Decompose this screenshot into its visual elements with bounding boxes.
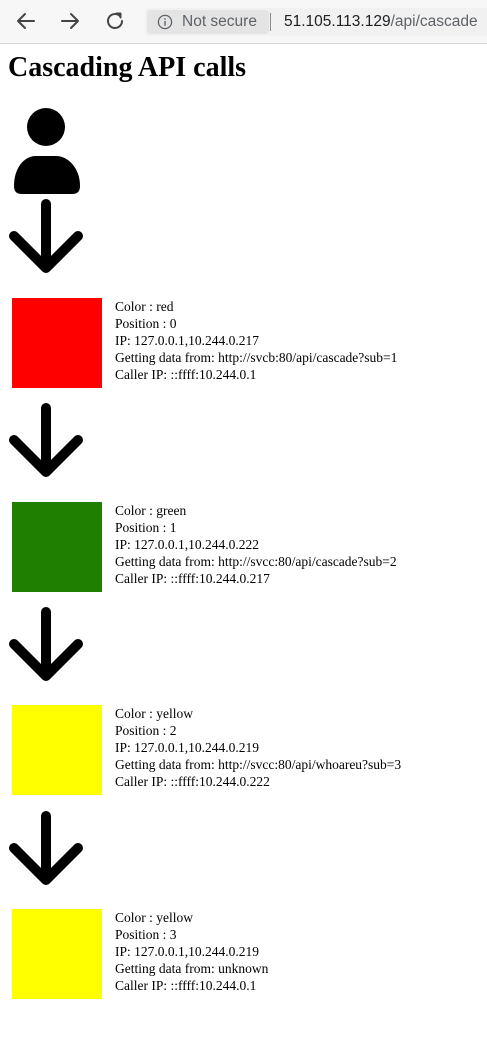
reload-button[interactable] <box>103 9 127 33</box>
back-button[interactable] <box>14 9 38 33</box>
service-info: Color : yellow Position : 3 IP: 127.0.0.… <box>115 909 268 994</box>
forward-button[interactable] <box>58 9 82 33</box>
source-line: Getting data from: http://svcc:80/api/wh… <box>115 757 402 772</box>
arrow-down-icon <box>9 199 83 273</box>
service-info: Color : green Position : 1 IP: 127.0.0.1… <box>115 502 397 587</box>
address-separator <box>270 13 271 31</box>
browser-toolbar: Not secure 51.105.113.129/api/cascade <box>0 0 487 44</box>
caller-ip-line: Caller IP: ::ffff:10.244.0.222 <box>115 774 270 789</box>
arrow-down-icon <box>9 403 83 477</box>
position-line: Position : 2 <box>115 723 177 738</box>
service-info: Color : red Position : 0 IP: 127.0.0.1,1… <box>115 298 397 383</box>
source-line: Getting data from: http://svcb:80/api/ca… <box>115 350 398 365</box>
reload-icon <box>107 12 123 29</box>
security-indicator[interactable]: Not secure <box>147 10 269 34</box>
color-swatch <box>12 909 102 999</box>
color-line: Color : yellow <box>115 706 193 721</box>
arrow-down-icon <box>9 811 83 885</box>
caller-ip-line: Caller IP: ::ffff:10.244.0.1 <box>115 978 257 993</box>
user-icon <box>14 108 80 194</box>
url-text[interactable]: 51.105.113.129/api/cascade <box>284 13 478 31</box>
ip-line: IP: 127.0.0.1,10.244.0.219 <box>115 740 260 755</box>
color-swatch <box>12 502 102 592</box>
url-path: /api/cascade <box>390 13 478 30</box>
arrow-left-icon <box>17 13 35 29</box>
url-host: 51.105.113.129 <box>284 13 391 30</box>
color-line: Color : red <box>115 299 174 314</box>
color-swatch <box>12 705 102 795</box>
security-label: Not secure <box>182 13 257 30</box>
source-line: Getting data from: http://svcc:80/api/ca… <box>115 554 397 569</box>
service-info: Color : yellow Position : 2 IP: 127.0.0.… <box>115 705 401 790</box>
page-title: Cascading API calls <box>8 52 247 83</box>
address-bar[interactable]: Not secure 51.105.113.129/api/cascade <box>145 8 487 36</box>
ip-line: IP: 127.0.0.1,10.244.0.217 <box>115 333 260 348</box>
ip-line: IP: 127.0.0.1,10.244.0.219 <box>115 944 260 959</box>
info-icon <box>157 14 173 30</box>
caller-ip-line: Caller IP: ::ffff:10.244.0.1 <box>115 367 257 382</box>
arrow-down-icon <box>9 607 83 681</box>
position-line: Position : 1 <box>115 520 177 535</box>
color-line: Color : yellow <box>115 910 193 925</box>
source-line: Getting data from: unknown <box>115 961 269 976</box>
position-line: Position : 0 <box>115 316 177 331</box>
caller-ip-line: Caller IP: ::ffff:10.244.0.217 <box>115 571 270 586</box>
position-line: Position : 3 <box>115 927 177 942</box>
color-line: Color : green <box>115 503 187 518</box>
ip-line: IP: 127.0.0.1,10.244.0.222 <box>115 537 260 552</box>
arrow-right-icon <box>61 13 79 29</box>
color-swatch <box>12 298 102 388</box>
